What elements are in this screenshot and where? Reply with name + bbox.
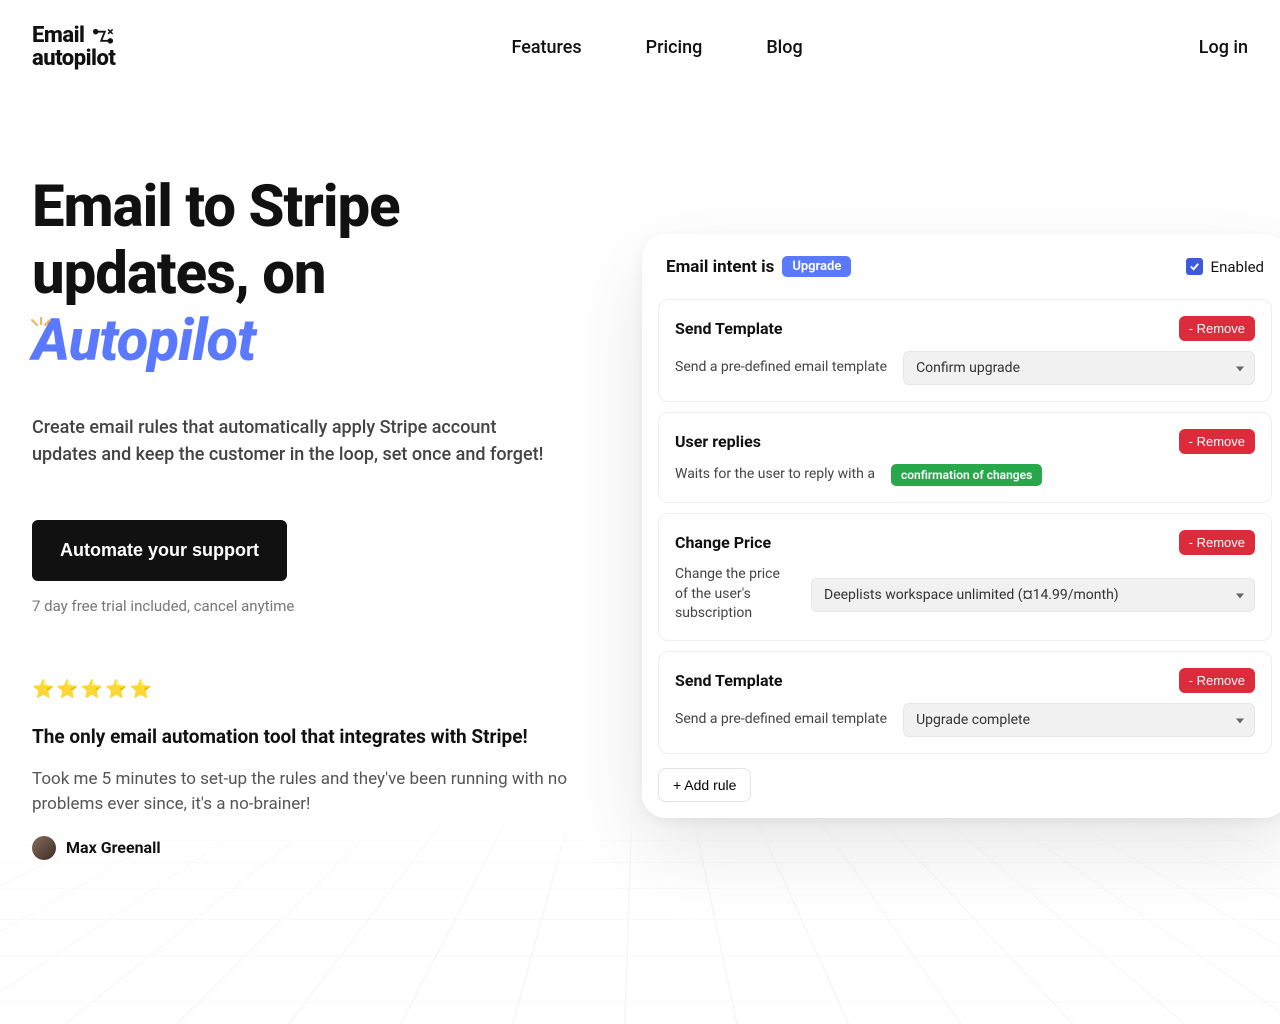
reply-badge: confirmation of changes [891, 464, 1042, 486]
rating-stars: ⭐⭐⭐⭐⭐ [32, 679, 592, 700]
logo[interactable]: Email autopilot [32, 24, 115, 70]
site-header: Email autopilot Features Pricing Blog Lo… [0, 0, 1280, 94]
enabled-checkbox-icon [1186, 258, 1203, 275]
rules-panel: Email intent is Upgrade Enabled Send Tem… [642, 234, 1280, 818]
headline: Email to Stripe updates, on Autopilot [32, 174, 592, 374]
rule-desc: Send a pre-defined email template [675, 710, 887, 730]
add-rule-button[interactable]: + Add rule [658, 768, 751, 802]
headline-line2: updates, on [32, 240, 326, 308]
trial-note: 7 day free trial included, cancel anytim… [32, 597, 592, 615]
testimonial-title: The only email automation tool that inte… [32, 724, 552, 751]
hero-copy: Email to Stripe updates, on Autopilot Cr… [32, 174, 592, 860]
logo-text-line2: autopilot [32, 47, 115, 70]
panel-header: Email intent is Upgrade Enabled [658, 252, 1272, 289]
remove-button[interactable]: - Remove [1179, 429, 1255, 454]
rule-desc: Change the price of the user's subscript… [675, 565, 795, 624]
rule-title: Send Template [675, 671, 783, 690]
testimonial-author: Max Greenall [32, 836, 592, 860]
nav-pricing[interactable]: Pricing [646, 37, 703, 58]
hero-panel-column: Email intent is Upgrade Enabled Send Tem… [632, 174, 1248, 860]
headline-line1: Email to Stripe [32, 173, 400, 241]
remove-button[interactable]: - Remove [1179, 530, 1255, 555]
remove-button[interactable]: - Remove [1179, 316, 1255, 341]
nav-features[interactable]: Features [511, 37, 581, 58]
nav-login[interactable]: Log in [1199, 37, 1248, 58]
headline-autopilot: Autopilot [32, 307, 255, 375]
rule-card: Send Template - Remove Send a pre-define… [658, 651, 1272, 754]
rule-desc: Send a pre-defined email template [675, 358, 887, 378]
nav-blog[interactable]: Blog [766, 37, 802, 58]
intent-badge: Upgrade [782, 256, 851, 277]
remove-button[interactable]: - Remove [1179, 668, 1255, 693]
sparkle-icon [28, 290, 54, 357]
testimonial-body: Took me 5 minutes to set-up the rules an… [32, 767, 572, 818]
rule-title: User replies [675, 432, 761, 451]
enabled-toggle[interactable]: Enabled [1186, 258, 1264, 276]
intent-line: Email intent is Upgrade [666, 256, 851, 277]
autopilot-glyph-icon [92, 27, 114, 45]
template-select[interactable]: Upgrade complete [903, 703, 1255, 737]
logo-text-line1: Email [32, 24, 84, 47]
rule-card: Change Price - Remove Change the price o… [658, 513, 1272, 641]
rule-card: User replies - Remove Waits for the user… [658, 412, 1272, 503]
hero-section: Email to Stripe updates, on Autopilot Cr… [0, 94, 1280, 860]
subhead: Create email rules that automatically ap… [32, 414, 552, 468]
enabled-label: Enabled [1211, 258, 1264, 276]
author-name: Max Greenall [66, 838, 161, 857]
price-select[interactable]: Deeplists workspace unlimited (¤14.99/mo… [811, 578, 1255, 612]
intent-prefix: Email intent is [666, 257, 774, 277]
primary-nav: Features Pricing Blog [115, 37, 1198, 58]
avatar [32, 836, 56, 860]
template-select[interactable]: Confirm upgrade [903, 351, 1255, 385]
rule-title: Change Price [675, 533, 771, 552]
rule-title: Send Template [675, 319, 783, 338]
rule-desc: Waits for the user to reply with a [675, 465, 875, 485]
rule-card: Send Template - Remove Send a pre-define… [658, 299, 1272, 402]
cta-button[interactable]: Automate your support [32, 520, 287, 581]
